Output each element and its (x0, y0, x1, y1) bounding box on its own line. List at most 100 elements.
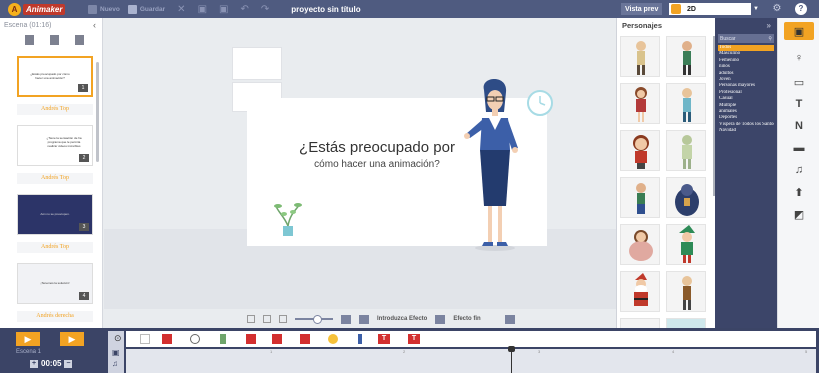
settings-gear-icon[interactable]: ⚙ (771, 3, 783, 15)
character-thumbnail[interactable] (666, 271, 706, 312)
text-item-icon[interactable]: T (378, 334, 390, 344)
timeline-item[interactable] (300, 334, 310, 344)
character-thumbnail[interactable] (666, 83, 706, 124)
props-tab-icon[interactable]: ♀ (790, 50, 808, 66)
mode-value: 2D (687, 5, 696, 13)
music-tab-icon[interactable]: ♫ (790, 162, 808, 178)
duration-value[interactable]: 00:05 (41, 359, 61, 368)
undo-icon[interactable]: ↶ (240, 4, 248, 15)
wall-clock-icon[interactable] (525, 88, 555, 118)
character-search-input[interactable]: Buscar ⚲ (718, 34, 774, 43)
new-button[interactable]: Nuevo (88, 4, 120, 14)
camera-track-icon[interactable]: ⊙ (114, 333, 124, 343)
upload-tab-icon[interactable]: ⬆ (790, 184, 808, 200)
timeline-item[interactable] (272, 334, 282, 344)
expand-icon[interactable] (263, 315, 271, 323)
paste-icon[interactable]: ▣ (219, 4, 228, 15)
slide-subtitle[interactable]: cómo hacer una animación? (287, 159, 467, 170)
plant-item-icon[interactable] (220, 334, 226, 344)
scene-thumbnail[interactable]: ¡Tenemos la solución! 4 (17, 263, 93, 304)
text-item-icon[interactable]: T (408, 334, 420, 344)
copy-icon[interactable]: ▣ (198, 4, 207, 15)
timeline-item[interactable] (246, 334, 256, 344)
timeline-item[interactable] (328, 334, 338, 344)
duplicate-scene-icon[interactable] (50, 35, 59, 45)
scene-thumbnail[interactable]: ¿Estás preocupado por cómo hacer una ani… (17, 56, 93, 97)
timeline-item[interactable] (140, 334, 150, 344)
characters-grid (620, 36, 706, 359)
scene-label[interactable]: Andrés Top (17, 173, 93, 184)
enter-effect-label[interactable]: Introduzca Efecto (377, 316, 427, 322)
timeline-item[interactable] (162, 334, 172, 344)
numbers-tab-icon[interactable]: N (790, 118, 808, 134)
scenes-scrollbar[interactable] (96, 62, 99, 162)
scene-thumbnail[interactable]: Aún no se preocupen. 3 (17, 194, 93, 235)
collapse-left-icon[interactable]: ‹ (93, 20, 96, 30)
logo-text: Animaker (23, 3, 66, 15)
text-tab-icon[interactable]: T (790, 96, 808, 112)
animaker-logo[interactable]: A Animaker (8, 2, 80, 16)
plant-prop-icon[interactable] (274, 196, 302, 238)
character-thumbnail[interactable] (620, 224, 660, 265)
character-thumbnail[interactable] (666, 224, 706, 265)
exit-effect-label[interactable]: Efecto fin (453, 316, 480, 322)
play-scene-button[interactable]: ▶ (16, 332, 40, 346)
help-button[interactable]: ? (795, 3, 807, 15)
scene-label[interactable]: Andrés derecha (17, 311, 93, 322)
fit-screen-icon[interactable] (247, 315, 255, 323)
scenes-title: Escena (01:16) (4, 21, 52, 29)
music-note-icon[interactable]: ♫ (112, 359, 118, 368)
businesswoman-character[interactable] (462, 78, 528, 254)
camera-icon[interactable]: ▣ (112, 348, 120, 357)
next-frame-button[interactable] (359, 314, 369, 324)
scene-thumbnail[interactable]: ¿Tiene la sensación de ha programa que l… (17, 125, 93, 166)
grid-icon[interactable] (279, 315, 287, 323)
scene-mini-text: ¡Tenemos la solución! (40, 281, 70, 285)
increase-duration-button[interactable]: − (64, 359, 73, 368)
add-scene-icon[interactable] (25, 35, 34, 45)
decrease-duration-button[interactable]: + (30, 359, 38, 368)
prev-frame-button[interactable] (341, 314, 351, 324)
clock-item-icon[interactable] (190, 334, 200, 344)
character-item-icon[interactable] (358, 334, 362, 344)
timeline: ▶ ▶ Escena 1 + 00:05 − ⊙ T T 1 2 3 4 5 ▣… (0, 328, 819, 373)
preview-button[interactable]: Vista prev (621, 3, 663, 15)
character-thumbnail[interactable] (620, 83, 660, 124)
character-thumbnail[interactable] (620, 36, 660, 77)
collapse-panel-button[interactable]: » (715, 18, 777, 32)
top-bar: A Animaker Nuevo Guardar ✕ ▣ ▣ ↶ ↷ proye… (0, 0, 819, 18)
playhead[interactable] (508, 346, 515, 373)
project-title[interactable]: proyecto sin título (291, 5, 360, 14)
scene-label[interactable]: Andrés Top (17, 242, 93, 253)
character-thumbnail[interactable] (666, 130, 706, 171)
slide-title[interactable]: ¿Estás preocupado por (287, 139, 467, 156)
video-tab-icon[interactable]: ▬ (790, 140, 808, 156)
cut-icon[interactable]: ✕ (177, 4, 185, 15)
timeline-tick: 3 (538, 349, 541, 354)
timeline-track[interactable] (126, 349, 816, 373)
delete-scene-icon[interactable] (75, 35, 84, 45)
enter-effect-button[interactable] (435, 314, 446, 324)
effects-tab-icon[interactable]: ◩ (790, 206, 808, 222)
character-thumbnail[interactable] (666, 36, 706, 77)
search-placeholder: Buscar (720, 35, 736, 42)
character-thumbnail[interactable] (666, 177, 706, 218)
scene-list: ¿Estás preocupado por cómo hacer una ani… (17, 56, 93, 332)
scene-number: 3 (79, 223, 89, 231)
save-button[interactable]: Guardar (127, 4, 165, 14)
category-item[interactable]: Navidad (718, 128, 774, 134)
zoom-slider[interactable] (295, 315, 333, 324)
backgrounds-tab-icon[interactable]: ▭ (790, 74, 808, 90)
characters-tab-icon[interactable]: ▣ (784, 22, 814, 40)
redo-icon[interactable]: ↷ (261, 4, 269, 15)
play-all-button[interactable]: ▶ (60, 332, 84, 346)
empty-frame-top[interactable] (232, 47, 282, 80)
mode-select[interactable]: 2D ▼ (669, 3, 761, 15)
character-thumbnail[interactable] (620, 130, 660, 171)
characters-panel: Personajes (616, 18, 716, 359)
character-thumbnail[interactable] (620, 271, 660, 312)
scene-label[interactable]: Andrés Top (17, 104, 93, 115)
exit-effect-button[interactable] (504, 314, 515, 324)
scene-number: 1 (78, 84, 88, 92)
character-thumbnail[interactable] (620, 177, 660, 218)
